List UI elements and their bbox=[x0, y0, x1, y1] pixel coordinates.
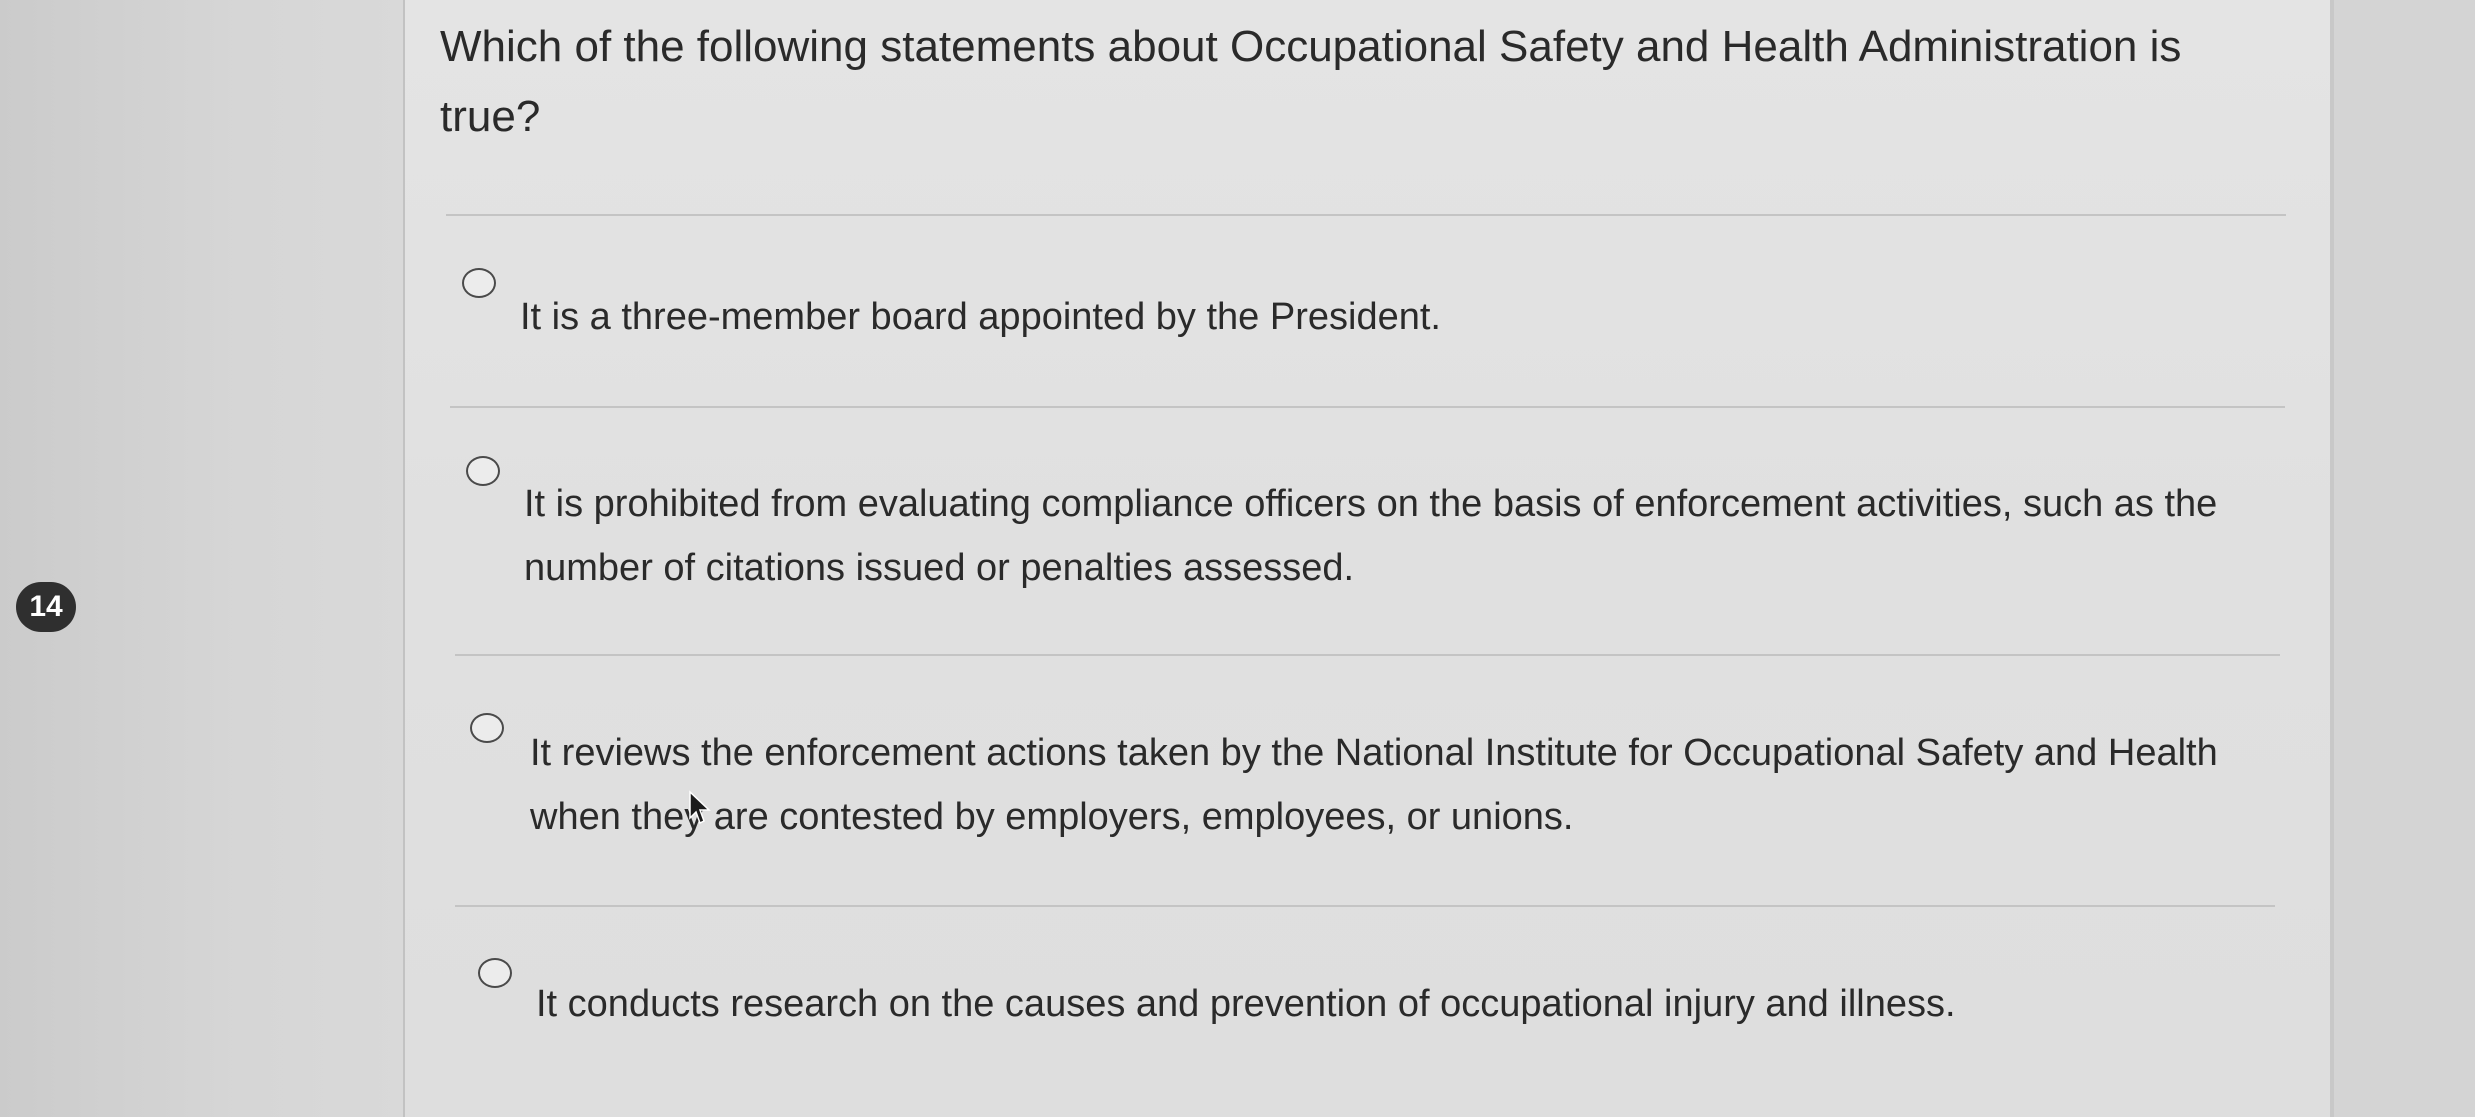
option-4-label[interactable]: It conducts research on the causes and p… bbox=[536, 972, 2276, 1036]
question-number-badge: 14 bbox=[16, 582, 76, 632]
divider bbox=[455, 654, 2280, 656]
divider bbox=[455, 905, 2275, 907]
option-3-radio[interactable] bbox=[470, 713, 504, 743]
option-2-radio[interactable] bbox=[466, 456, 500, 486]
divider bbox=[446, 214, 2286, 216]
right-margin bbox=[2334, 0, 2475, 1117]
option-1-radio[interactable] bbox=[462, 268, 496, 298]
option-4-radio[interactable] bbox=[478, 958, 512, 988]
left-gutter bbox=[0, 0, 405, 1117]
option-2-label[interactable]: It is prohibited from evaluating complia… bbox=[524, 472, 2284, 600]
divider bbox=[450, 406, 2285, 408]
option-3-label[interactable]: It reviews the enforcement actions taken… bbox=[530, 721, 2250, 849]
option-1-label[interactable]: It is a three-member board appointed by … bbox=[520, 285, 2280, 349]
question-text: Which of the following statements about … bbox=[440, 22, 2182, 141]
mouse-pointer-icon bbox=[689, 790, 711, 825]
